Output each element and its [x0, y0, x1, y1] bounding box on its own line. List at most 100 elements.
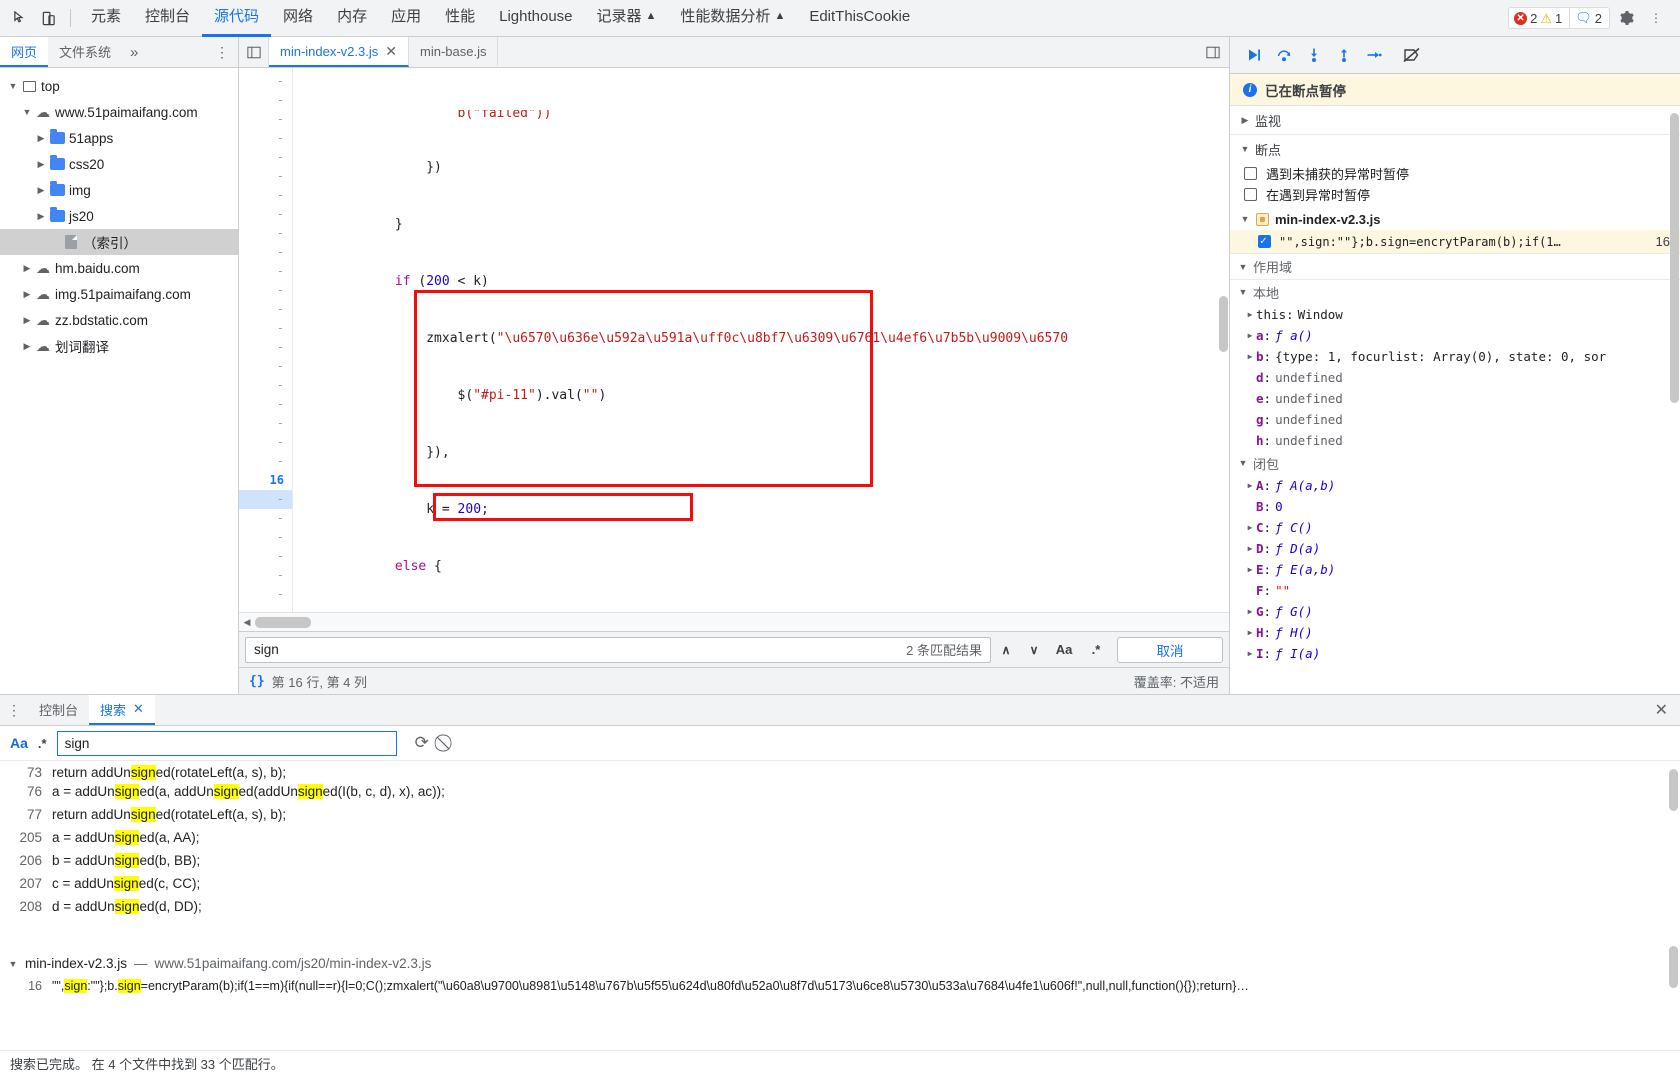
gutter-line[interactable]: - [239, 129, 292, 148]
pause-uncaught-checkbox[interactable] [1244, 167, 1257, 180]
show-navigator-icon[interactable] [239, 37, 269, 67]
gutter-line[interactable]: - [239, 243, 292, 262]
gutter-line[interactable]: - [239, 224, 292, 243]
chevron-right-icon[interactable]: ▶ [1244, 331, 1256, 340]
gutter-line[interactable]: - [239, 186, 292, 205]
gutter-line[interactable]: - [239, 357, 292, 376]
drawer-tab-search[interactable]: 搜索 ✕ [89, 695, 155, 725]
find-cancel-button[interactable]: 取消 [1117, 636, 1223, 663]
search-result-row[interactable]: 205 a = addUnsigned(a, AA); [0, 826, 1680, 849]
find-next-icon[interactable]: ∨ [1021, 638, 1047, 662]
nav-tab-page[interactable]: 网页 [0, 37, 49, 67]
scope-var-a[interactable]: ▶ a: ƒ a() [1230, 325, 1680, 346]
gutter-line[interactable]: - [239, 433, 292, 452]
debugger-scrollbar-thumb[interactable] [1670, 113, 1679, 403]
scroll-left-icon[interactable]: ◀ [239, 617, 255, 628]
twisty-icon[interactable]: ▶ [34, 133, 48, 144]
local-scope-header[interactable]: ▼ 本地 [1230, 280, 1680, 304]
pause-uncaught-exceptions-row[interactable]: 遇到未捕获的异常时暂停 [1230, 163, 1680, 184]
chevron-right-icon[interactable]: ▶ [1244, 628, 1256, 637]
code-editor[interactable]: - - - - - - - - - - - - - - - - - - - - … [239, 68, 1229, 612]
nav-more-tabs-icon[interactable]: » [122, 37, 146, 67]
tree-item-folder-img[interactable]: ▶ img [0, 177, 238, 203]
tree-item-domain-img51paimaifang[interactable]: ▶ ☁ img.51paimaifang.com [0, 281, 238, 307]
scope-var-h[interactable]: h: undefined [1230, 430, 1680, 451]
scope-var-D[interactable]: ▶ D: ƒ D(a) [1230, 538, 1680, 559]
editor-horizontal-scrollbar[interactable]: ◀ [239, 612, 1229, 631]
step-icon[interactable] [1360, 42, 1388, 68]
breakpoint-checkbox[interactable] [1258, 234, 1271, 248]
chevron-down-icon[interactable]: ▼ [8, 959, 18, 969]
step-out-icon[interactable] [1330, 42, 1358, 68]
nav-tab-filesystem[interactable]: 文件系统 [48, 37, 122, 67]
tree-item-extension-translate[interactable]: ▶ ☁ 划词翻译 [0, 333, 238, 359]
scope-var-B[interactable]: B: 0 [1230, 496, 1680, 517]
twisty-icon[interactable]: ▶ [34, 211, 48, 222]
tree-item-top[interactable]: ▼ top [0, 73, 238, 99]
scope-var-g[interactable]: g: undefined [1230, 409, 1680, 430]
tab-sources[interactable]: 源代码 [202, 0, 272, 37]
match-case-button[interactable]: Aa [10, 735, 28, 751]
hscrollbar-thumb[interactable] [255, 616, 311, 628]
watch-section-header[interactable]: ▶ 监视 [1230, 106, 1680, 134]
gutter-line[interactable]: - [239, 566, 292, 585]
message-badge[interactable]: 🗨 2 [1570, 7, 1610, 29]
search-result-row[interactable]: 73 return addUnsigned(rotateLeft(a, s), … [0, 764, 1680, 780]
search-result-row[interactable]: 77 return addUnsigned(rotateLeft(a, s), … [0, 803, 1680, 826]
chevron-right-icon[interactable]: ▶ [1244, 565, 1256, 574]
scope-var-I[interactable]: ▶ I: ƒ I(a) [1230, 643, 1680, 664]
closure-scope-header[interactable]: ▼ 闭包 [1230, 451, 1680, 475]
gutter-line[interactable]: - [239, 376, 292, 395]
inspect-icon[interactable] [6, 5, 34, 31]
breakpoint-file-group[interactable]: ▼ min-index-v2.3.js [1230, 208, 1680, 230]
tab-recorder[interactable]: 记录器 ▲ [585, 0, 669, 37]
tab-network[interactable]: 网络 [271, 0, 325, 37]
gutter-line[interactable]: - [239, 395, 292, 414]
scope-var-F[interactable]: F: "" [1230, 580, 1680, 601]
find-input[interactable]: sign 2 条匹配结果 [245, 636, 991, 663]
scope-var-A[interactable]: ▶ A: ƒ A(a,b) [1230, 475, 1680, 496]
search-result-row-long[interactable]: 16 "",sign:""};b.sign=encrytParam(b);if(… [0, 975, 1680, 997]
tree-item-domain-51paimaifang[interactable]: ▼ ☁ www.51paimaifang.com [0, 99, 238, 125]
twisty-icon[interactable]: ▶ [20, 341, 34, 352]
search-result-row[interactable]: 76 a = addUnsigned(a, addUnsigned(addUns… [0, 780, 1680, 803]
breakpoint-entry[interactable]: "",sign:""};b.sign=encrytParam(b);if(1… … [1230, 230, 1680, 253]
scope-var-H[interactable]: ▶ H: ƒ H() [1230, 622, 1680, 643]
gutter-line[interactable]: - [239, 110, 292, 129]
gutter-line[interactable]: - [239, 205, 292, 224]
chevron-right-icon[interactable]: ▶ [1244, 310, 1256, 319]
chevron-right-icon[interactable]: ▶ [1244, 544, 1256, 553]
twisty-icon[interactable]: ▼ [20, 107, 34, 117]
gutter-line[interactable]: - [239, 262, 292, 281]
editor-tab-min-base[interactable]: min-base.js [409, 37, 499, 67]
scope-var-b[interactable]: ▶ b: {type: 1, focurlist: Array(0), stat… [1230, 346, 1680, 367]
pause-exceptions-checkbox[interactable] [1244, 188, 1257, 201]
gutter-line[interactable]: - [239, 528, 292, 547]
gutter-line[interactable]: - [239, 148, 292, 167]
editor-vertical-scrollbar[interactable] [1217, 68, 1229, 612]
drawer-scrollbar-thumb-lower[interactable] [1669, 946, 1678, 988]
gutter-line[interactable]: - [239, 547, 292, 566]
gutter-line[interactable]: - [239, 300, 292, 319]
chevron-right-icon[interactable]: ▶ [1244, 481, 1256, 490]
navigator-more-options-icon[interactable]: ⋮ [206, 37, 238, 67]
gutter-line[interactable]: - [239, 338, 292, 357]
search-result-row[interactable]: 207 c = addUnsigned(c, CC); [0, 872, 1680, 895]
tab-application[interactable]: 应用 [379, 0, 433, 37]
match-case-button[interactable]: Aa [1049, 638, 1079, 662]
twisty-icon[interactable]: ▼ [6, 81, 20, 91]
twisty-icon[interactable]: ▶ [34, 159, 48, 170]
gutter-line[interactable]: - [239, 281, 292, 300]
twisty-icon[interactable]: ▶ [20, 315, 34, 326]
twisty-icon[interactable]: ▶ [20, 289, 34, 300]
tree-item-domain-zzbdstatic[interactable]: ▶ ☁ zz.bdstatic.com [0, 307, 238, 333]
tab-elements[interactable]: 元素 [79, 0, 133, 37]
gutter-line[interactable]: - [239, 319, 292, 338]
drawer-scrollbar-thumb[interactable] [1669, 769, 1678, 811]
pause-exceptions-row[interactable]: 在遇到异常时暂停 [1230, 184, 1680, 205]
tab-performance[interactable]: 性能 [433, 0, 487, 37]
gutter-line-current[interactable]: - [239, 490, 292, 509]
close-icon[interactable]: ✕ [385, 43, 397, 60]
refresh-icon[interactable]: ⟳ [415, 733, 429, 753]
gutter-line[interactable]: - [239, 167, 292, 186]
